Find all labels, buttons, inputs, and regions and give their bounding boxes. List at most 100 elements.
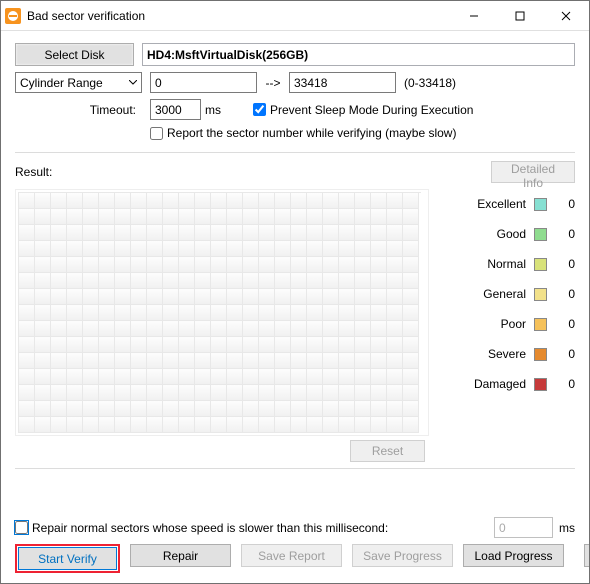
sector-cell	[355, 337, 371, 353]
sector-cell	[131, 209, 147, 225]
sector-cell	[211, 385, 227, 401]
repair-slower-input[interactable]	[15, 521, 28, 534]
sector-cell	[339, 193, 355, 209]
load-progress-button[interactable]: Load Progress	[463, 544, 564, 567]
sector-cell	[323, 209, 339, 225]
sector-cell	[243, 209, 259, 225]
sector-cell	[275, 193, 291, 209]
range-to-input[interactable]	[289, 72, 396, 93]
range-type-combo[interactable]: Cylinder Range	[15, 72, 142, 93]
sector-cell	[99, 257, 115, 273]
sector-cell	[147, 337, 163, 353]
select-disk-button[interactable]: Select Disk	[15, 43, 134, 66]
sector-cell	[387, 225, 403, 241]
sector-cell	[67, 241, 83, 257]
sector-cell	[291, 225, 307, 241]
repair-ms-input	[494, 517, 553, 538]
sector-cell	[83, 257, 99, 273]
sector-cell	[403, 225, 419, 241]
sector-cell	[371, 337, 387, 353]
sector-cell	[51, 257, 67, 273]
sector-cell	[163, 305, 179, 321]
legend-count: 0	[555, 197, 575, 211]
close-button[interactable]	[543, 1, 589, 30]
sector-cell	[67, 273, 83, 289]
sector-cell	[211, 241, 227, 257]
sector-cell	[371, 257, 387, 273]
sector-cell	[115, 305, 131, 321]
sector-cell	[179, 321, 195, 337]
sector-cell	[83, 289, 99, 305]
minimize-button[interactable]	[451, 1, 497, 30]
sector-cell	[115, 241, 131, 257]
window-title: Bad sector verification	[27, 9, 451, 23]
repair-button[interactable]: Repair	[130, 544, 231, 567]
sector-cell	[147, 369, 163, 385]
sector-cell	[387, 305, 403, 321]
sector-cell	[35, 353, 51, 369]
legend-swatch	[534, 228, 547, 241]
sector-cell	[195, 305, 211, 321]
sector-cell	[19, 225, 35, 241]
sector-cell	[259, 417, 275, 433]
sector-cell	[131, 369, 147, 385]
exit-button[interactable]: Exit	[584, 544, 590, 567]
sector-cell	[115, 193, 131, 209]
legend-excellent: Excellent0	[441, 197, 575, 211]
prevent-sleep-text: Prevent Sleep Mode During Execution	[270, 103, 473, 117]
sector-cell	[403, 353, 419, 369]
legend-label: Normal	[441, 257, 526, 271]
sector-cell	[371, 417, 387, 433]
sector-cell	[243, 417, 259, 433]
sector-cell	[19, 289, 35, 305]
sector-cell	[355, 401, 371, 417]
legend-label: Severe	[441, 347, 526, 361]
report-sector-checkbox[interactable]: Report the sector number while verifying…	[150, 126, 456, 140]
sector-cell	[227, 193, 243, 209]
start-verify-button[interactable]: Start Verify	[18, 547, 117, 570]
sector-cell	[163, 225, 179, 241]
sector-cell	[195, 321, 211, 337]
sector-cell	[147, 305, 163, 321]
range-from-input[interactable]	[150, 72, 257, 93]
sector-cell	[323, 337, 339, 353]
sector-cell	[35, 321, 51, 337]
repair-slower-checkbox[interactable]: Repair normal sectors whose speed is slo…	[15, 521, 494, 535]
sector-cell	[339, 241, 355, 257]
sector-cell	[243, 273, 259, 289]
sector-cell	[243, 385, 259, 401]
sector-cell	[147, 401, 163, 417]
prevent-sleep-input[interactable]	[253, 103, 266, 116]
sector-cell	[371, 305, 387, 321]
sector-cell	[403, 305, 419, 321]
legend-count: 0	[555, 317, 575, 331]
sector-cell	[99, 225, 115, 241]
sector-cell	[339, 385, 355, 401]
sector-cell	[51, 209, 67, 225]
sector-cell	[179, 193, 195, 209]
sector-cell	[403, 369, 419, 385]
sector-cell	[291, 385, 307, 401]
sector-cell	[211, 305, 227, 321]
sector-cell	[323, 353, 339, 369]
legend-severe: Severe0	[441, 347, 575, 361]
sector-cell	[243, 289, 259, 305]
prevent-sleep-checkbox[interactable]: Prevent Sleep Mode During Execution	[253, 103, 473, 117]
sector-cell	[227, 305, 243, 321]
sector-cell	[371, 353, 387, 369]
sector-cell	[291, 401, 307, 417]
sector-cell	[35, 257, 51, 273]
sector-cell	[195, 353, 211, 369]
sector-cell	[83, 193, 99, 209]
sector-cell	[387, 401, 403, 417]
report-sector-input[interactable]	[150, 127, 163, 140]
range-hint: (0-33418)	[404, 76, 456, 90]
sector-cell	[131, 225, 147, 241]
sector-cell	[307, 225, 323, 241]
sector-cell	[35, 209, 51, 225]
sector-cell	[243, 321, 259, 337]
sector-cell	[195, 289, 211, 305]
maximize-button[interactable]	[497, 1, 543, 30]
timeout-input[interactable]	[150, 99, 201, 120]
sector-cell	[163, 337, 179, 353]
